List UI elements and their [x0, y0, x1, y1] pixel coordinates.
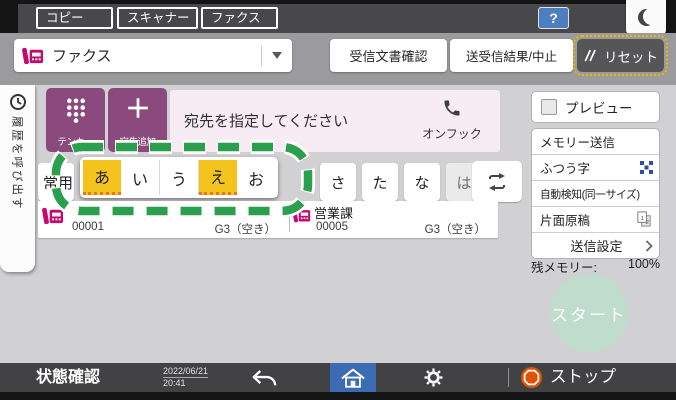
energy-saver-button[interactable]: [626, 0, 666, 35]
home-button[interactable]: [330, 363, 376, 392]
system-bar: 状態確認 2022/06/21 20:41 ストップ: [0, 363, 676, 392]
swap-arrows-icon: [489, 172, 505, 191]
stop-octagon-icon[interactable]: [520, 366, 543, 389]
kana-key-u[interactable]: う: [160, 160, 199, 195]
setting-memory-transmission[interactable]: メモリー送信: [532, 129, 659, 155]
function-toolbar: ファクス 受信文書確認 送受信結果/中止 リセット: [0, 33, 676, 85]
kana-popup-row: あ い う え お: [80, 157, 278, 198]
keypad-dots-icon: [66, 98, 85, 123]
svg-text:1: 1: [641, 216, 644, 222]
address-number: 00005: [316, 221, 348, 233]
status-check-button[interactable]: 状態確認: [36, 363, 100, 392]
back-arrow-icon[interactable]: [250, 368, 278, 387]
tab-scanner-label: スキャナー: [127, 11, 190, 25]
clock-icon: [9, 94, 26, 110]
remaining-memory-value: 100%: [628, 257, 660, 271]
resolution-dots-icon: [640, 161, 653, 174]
one-sided-pages-icon: 2 1: [637, 211, 651, 227]
app-selector-dropdown[interactable]: ファクス: [14, 39, 292, 72]
tenkey-label: テンキー: [57, 137, 94, 148]
tab-fax-label: ファクス: [211, 11, 261, 25]
address-line-type: G3（空き）: [214, 224, 276, 236]
phone-handset-icon: [444, 100, 460, 116]
setting-auto-detect[interactable]: 自動検知(同一サイズ): [532, 181, 659, 207]
address-number: 00001: [72, 221, 104, 233]
gear-icon[interactable]: [424, 368, 443, 387]
top-app-bar: コピー スキャナー ファクス ?: [18, 0, 666, 35]
kana-key-o[interactable]: お: [237, 160, 275, 195]
setting-resolution[interactable]: ふつう字: [532, 155, 659, 181]
add-destination-button[interactable]: 宛先追加: [108, 88, 167, 152]
date-text: 2022/06/21: [163, 366, 209, 378]
fax-icon: [292, 208, 311, 223]
onhook-button[interactable]: オンフック: [416, 98, 488, 142]
preview-checkbox[interactable]: [541, 99, 557, 115]
onhook-label: オンフック: [422, 127, 482, 141]
recall-history-label: 履歴を呼び出す: [10, 116, 23, 211]
preview-toggle-button[interactable]: プレビュー: [531, 91, 660, 123]
kana-tab-sa[interactable]: さ: [320, 163, 356, 201]
tenkey-button[interactable]: テンキー: [46, 88, 105, 152]
remaining-memory: 残メモリー: 100%: [531, 257, 660, 276]
help-button[interactable]: ?: [538, 7, 569, 29]
double-slash-icon: [584, 49, 596, 62]
send-settings-button[interactable]: 送信設定: [532, 233, 659, 258]
chevron-down-icon: [262, 52, 292, 59]
add-destination-label: 宛先追加: [119, 137, 156, 148]
switch-display-button[interactable]: [472, 161, 522, 202]
tab-fax[interactable]: ファクス: [201, 7, 278, 29]
tab-copy-label: コピー: [46, 11, 84, 25]
tab-copy[interactable]: コピー: [36, 7, 113, 29]
stop-button[interactable]: ストップ: [550, 363, 616, 392]
fax-icon: [22, 47, 44, 65]
destination-prompt: 宛先を指定してください: [184, 113, 349, 130]
plus-icon: [127, 98, 148, 118]
tab-scanner[interactable]: スキャナー: [117, 7, 198, 29]
kana-tab-na[interactable]: な: [404, 163, 440, 201]
crescent-moon-icon: [638, 9, 655, 26]
home-icon: [341, 368, 365, 388]
settings-group: メモリー送信 ふつう字 自動検知(同一サイズ) 片面原稿 2 1 送信設定: [531, 128, 660, 259]
footer-divider: [508, 368, 509, 387]
destination-field[interactable]: 宛先を指定してください オンフック: [170, 90, 500, 152]
kana-key-e[interactable]: え: [199, 160, 237, 195]
main-content: 履歴を呼び出す テンキー 宛先追加 宛先を指定してください オンフック 常用 さ…: [0, 85, 676, 363]
address-line-type: G3（空き）: [424, 224, 486, 236]
check-received-docs-button[interactable]: 受信文書確認: [330, 39, 447, 72]
fax-icon: [42, 207, 64, 225]
reset-label: リセット: [604, 49, 658, 65]
chevron-right-icon: [645, 240, 653, 252]
reset-button[interactable]: リセット: [573, 35, 668, 76]
address-name: 営業課: [314, 206, 354, 221]
setting-one-sided-original[interactable]: 片面原稿 2 1: [532, 207, 659, 233]
preview-label: プレビュー: [565, 101, 633, 116]
address-entry-2[interactable]: 営業課 00005 G3（空き）: [290, 201, 498, 238]
kana-key-a[interactable]: あ: [83, 160, 121, 195]
start-button[interactable]: スタート: [550, 274, 628, 352]
datetime-display: 2022/06/21 20:41: [163, 366, 209, 388]
tx-rx-results-cancel-button[interactable]: 送受信結果/中止: [450, 39, 573, 72]
app-selector-label: ファクス: [52, 48, 112, 65]
kana-tab-joyo[interactable]: 常用: [38, 163, 74, 201]
fax-touchscreen: コピー スキャナー ファクス ? ファクス 受信文書確認 送受信結果/中止 リセ…: [0, 0, 676, 400]
kana-tab-ta[interactable]: た: [362, 163, 398, 201]
time-text: 20:41: [163, 378, 186, 388]
address-entry-1[interactable]: 00001 G3（空き）: [38, 201, 288, 238]
kana-key-i[interactable]: い: [121, 160, 160, 195]
address-list: 00001 G3（空き） 営業課 00005 G3（空き）: [38, 201, 498, 238]
recall-history-tab[interactable]: 履歴を呼び出す: [0, 85, 35, 272]
